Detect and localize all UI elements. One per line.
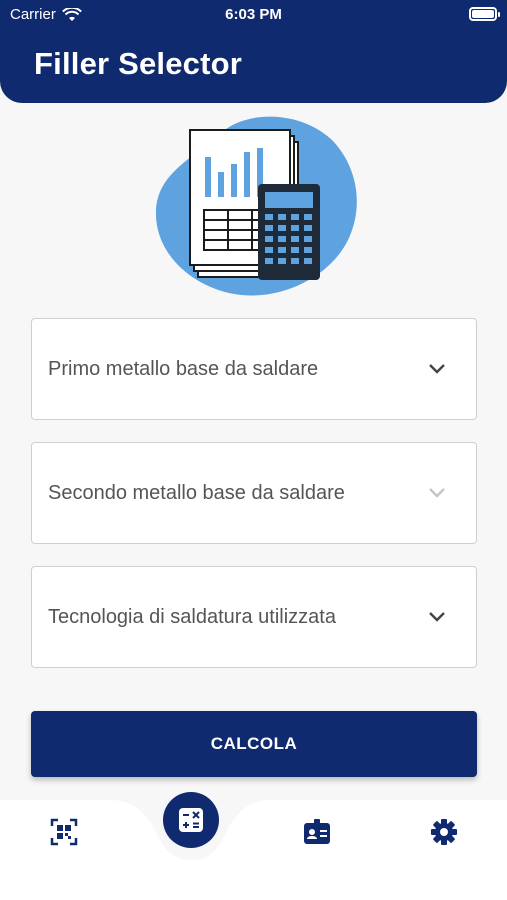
chevron-down-icon: [429, 364, 445, 374]
battery-icon: [469, 7, 500, 21]
second-metal-placeholder: Secondo metallo base da saldare: [48, 481, 345, 504]
calculate-button[interactable]: CALCOLA: [31, 711, 477, 777]
calculator-icon: [179, 808, 203, 832]
qr-code-icon: [50, 818, 78, 846]
tab-settings[interactable]: [422, 810, 466, 854]
second-metal-dropdown[interactable]: Secondo metallo base da saldare: [31, 442, 477, 544]
status-bar: Carrier 6:03 PM: [0, 0, 507, 30]
id-badge-icon: [304, 819, 330, 844]
chevron-down-icon: [429, 612, 445, 622]
first-metal-dropdown[interactable]: Primo metallo base da saldare: [31, 318, 477, 420]
page-title: Filler Selector: [34, 46, 243, 81]
chevron-down-icon: [429, 488, 445, 498]
welding-technology-placeholder: Tecnologia di saldatura utilizzata: [48, 605, 336, 628]
first-metal-placeholder: Primo metallo base da saldare: [48, 357, 319, 380]
tab-calculator[interactable]: [163, 792, 219, 848]
welding-technology-dropdown[interactable]: Tecnologia di saldatura utilizzata: [31, 566, 477, 668]
gear-icon: [431, 819, 457, 845]
app-bar: Carrier 6:03 PM Filler Selector: [0, 0, 507, 103]
calculator-document-illustration: [155, 116, 357, 296]
tab-profile[interactable]: [295, 810, 339, 854]
clock: 6:03 PM: [225, 6, 282, 23]
tab-qr-scanner[interactable]: [42, 810, 86, 854]
